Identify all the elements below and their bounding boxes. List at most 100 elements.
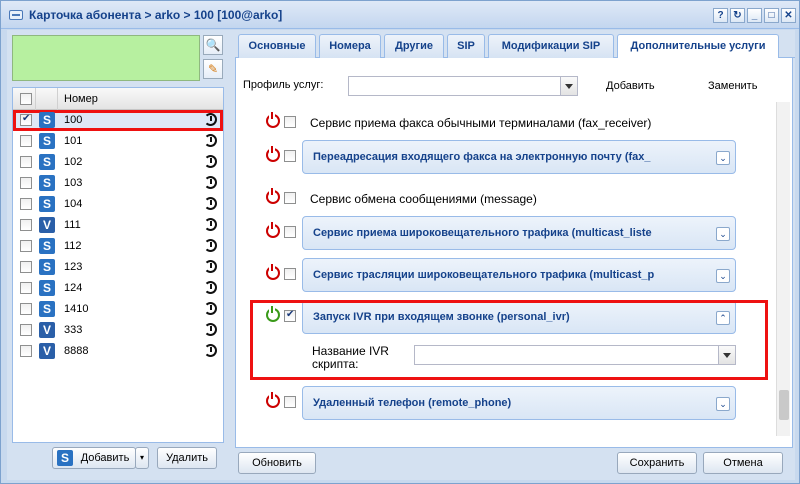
select-all-checkbox[interactable] (20, 93, 32, 105)
maximize-icon[interactable]: □ (764, 8, 779, 23)
s-type-icon: S (39, 175, 55, 191)
service-fieldset[interactable]: Сервис трасляции широковещательного траф… (302, 258, 736, 292)
history-icon[interactable] (204, 239, 217, 252)
power-icon[interactable] (266, 112, 280, 128)
status-indicator (12, 35, 200, 81)
table-row[interactable]: V 111 (13, 215, 223, 236)
service-checkbox[interactable] (284, 268, 296, 280)
table-row[interactable]: S 124 (13, 278, 223, 299)
row-checkbox[interactable] (20, 303, 32, 315)
expand-icon[interactable]: ⌄ (716, 269, 730, 283)
row-number: 112 (64, 240, 82, 252)
expand-icon[interactable]: ⌄ (716, 397, 730, 411)
row-checkbox[interactable] (20, 345, 32, 357)
delete-button[interactable]: Удалить (157, 447, 217, 469)
profile-add-button[interactable]: Добавить (606, 80, 655, 92)
title-bar[interactable]: Карточка абонента > arko > 100 [100@arko… (1, 1, 799, 29)
power-icon[interactable] (266, 222, 280, 238)
save-button[interactable]: Сохранить (617, 452, 697, 474)
expand-icon[interactable]: ⌄ (716, 227, 730, 241)
refresh-button[interactable]: Обновить (238, 452, 316, 474)
power-icon[interactable] (266, 188, 280, 204)
cancel-button[interactable]: Отмена (703, 452, 783, 474)
window-app-icon (9, 10, 23, 20)
history-icon[interactable] (204, 344, 217, 357)
chevron-down-icon[interactable] (560, 77, 577, 95)
row-number: 103 (64, 177, 83, 189)
s-type-icon: S (39, 112, 55, 128)
tab-other[interactable]: Другие (384, 34, 444, 58)
row-checkbox[interactable] (20, 282, 32, 294)
table-row[interactable]: S 123 (13, 257, 223, 278)
table-row[interactable]: S 104 (13, 194, 223, 215)
table-row[interactable]: S 100 (13, 110, 223, 131)
history-icon[interactable] (204, 260, 217, 273)
scrollbar-thumb[interactable] (779, 390, 789, 420)
service-title: Сервис трасляции широковещательного траф… (313, 269, 655, 281)
help-icon[interactable]: ? (713, 8, 728, 23)
service-item: Сервис трасляции широковещательного траф… (236, 256, 776, 294)
add-button[interactable]: S Добавить (52, 447, 136, 469)
expand-icon[interactable]: ⌄ (716, 151, 730, 165)
service-checkbox[interactable] (284, 226, 296, 238)
ivr-script-select[interactable] (414, 345, 736, 365)
chevron-down-icon[interactable] (718, 346, 735, 364)
service-checkbox[interactable] (284, 150, 296, 162)
row-checkbox[interactable] (20, 324, 32, 336)
history-icon[interactable] (204, 218, 217, 231)
service-checkbox[interactable] (284, 192, 296, 204)
power-icon[interactable] (266, 146, 280, 162)
table-row[interactable]: V 333 (13, 320, 223, 341)
table-row[interactable]: S 112 (13, 236, 223, 257)
service-checkbox[interactable] (284, 396, 296, 408)
service-checkbox[interactable] (284, 116, 296, 128)
tab-sip-modifications[interactable]: Модификации SIP (488, 34, 614, 58)
row-number: 102 (64, 156, 83, 168)
history-icon[interactable] (204, 281, 217, 294)
row-checkbox[interactable] (20, 219, 32, 231)
row-checkbox[interactable] (20, 177, 32, 189)
row-checkbox[interactable] (20, 198, 32, 210)
power-icon[interactable] (266, 392, 280, 408)
row-checkbox[interactable] (20, 135, 32, 147)
history-icon[interactable] (204, 323, 217, 336)
services-scrollbar[interactable] (776, 102, 790, 436)
service-fieldset[interactable]: Сервис приема широковещательного трафика… (302, 216, 736, 250)
history-icon[interactable] (204, 176, 217, 189)
row-number: 123 (64, 261, 83, 273)
tab-numbers[interactable]: Номера (319, 34, 381, 58)
history-icon[interactable] (204, 197, 217, 210)
table-row[interactable]: S 1410 (13, 299, 223, 320)
service-item: Сервис обмена сообщениями (message) (236, 180, 776, 218)
search-icon[interactable]: 🔍 (203, 35, 223, 55)
row-number: 100 (64, 114, 83, 126)
row-checkbox[interactable] (20, 240, 32, 252)
edit-icon[interactable]: ✎ (203, 59, 223, 79)
tab-sip[interactable]: SIP (447, 34, 485, 58)
add-menu-button[interactable]: ▾ (135, 447, 149, 469)
table-row[interactable]: S 101 (13, 131, 223, 152)
table-row[interactable]: S 102 (13, 152, 223, 173)
history-icon[interactable] (204, 113, 217, 126)
v-type-icon: V (39, 322, 55, 338)
power-icon[interactable] (266, 264, 280, 280)
history-icon[interactable] (204, 155, 217, 168)
service-fieldset[interactable]: Удаленный телефон (remote_phone) ⌄ (302, 386, 736, 420)
row-checkbox[interactable] (20, 113, 32, 126)
minimize-icon[interactable]: _ (747, 8, 762, 23)
table-row[interactable]: S 103 (13, 173, 223, 194)
history-icon[interactable] (204, 134, 217, 147)
row-checkbox[interactable] (20, 156, 32, 168)
history-icon[interactable] (204, 302, 217, 315)
close-icon[interactable]: ✕ (781, 8, 796, 23)
row-checkbox[interactable] (20, 261, 32, 273)
refresh-icon[interactable]: ↻ (730, 8, 745, 23)
profile-replace-button[interactable]: Заменить (708, 80, 757, 92)
row-number: 101 (64, 135, 83, 147)
column-header-number[interactable]: Номер (64, 93, 98, 105)
profile-select[interactable] (348, 76, 578, 96)
service-fieldset[interactable]: Переадресация входящего факса на электро… (302, 140, 736, 174)
tab-main[interactable]: Основные (238, 34, 316, 58)
table-row[interactable]: V 8888 (13, 341, 223, 362)
tab-additional-services[interactable]: Дополнительные услуги (617, 34, 779, 59)
